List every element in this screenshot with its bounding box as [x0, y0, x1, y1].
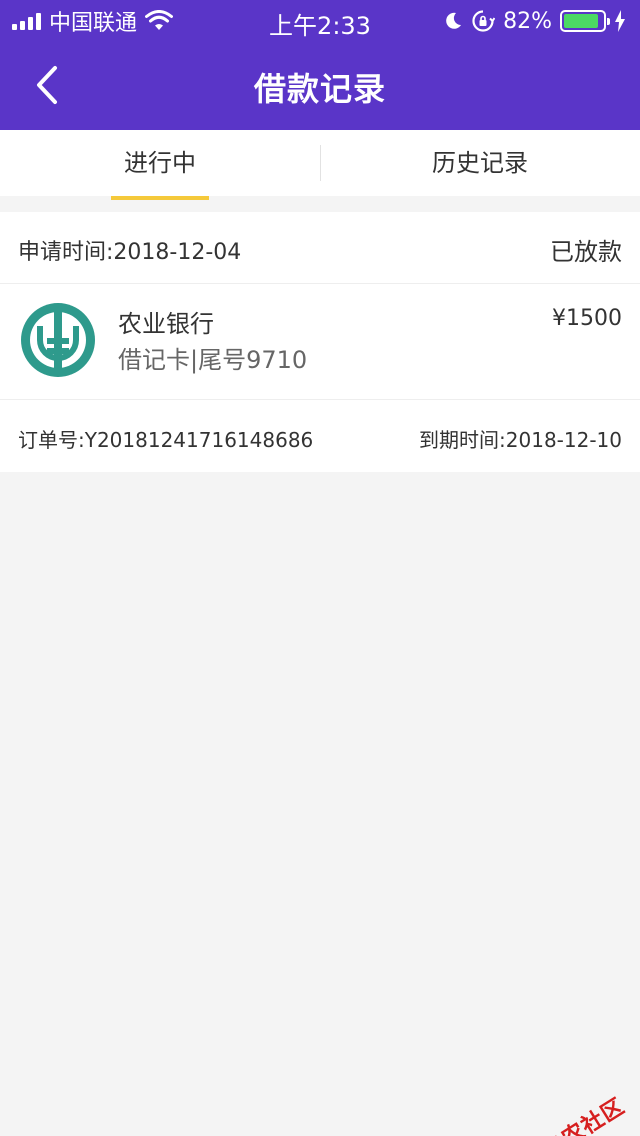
watermark-text: 卡农社区 — [538, 1093, 630, 1136]
battery-percent: 82% — [503, 8, 552, 34]
status-bar: 中国联通 上午2:33 82% — [0, 0, 640, 40]
page-title: 借款记录 — [253, 70, 386, 108]
bank-logo-icon — [21, 303, 95, 377]
loan-record-header: 申请时间:2018-12-04 已放款 — [0, 212, 640, 284]
loan-record-footer: 订单号:Y20181241716148686 到期时间:2018-12-10 — [0, 400, 640, 472]
tab-in-progress[interactable]: 进行中 — [0, 130, 320, 196]
rotation-lock-icon — [472, 10, 496, 32]
tab-divider — [320, 145, 321, 181]
header: 中国联通 上午2:33 82% 借款记录 — [0, 0, 640, 130]
status-right: 82% — [443, 6, 626, 36]
due-time: 到期时间:2018-12-10 — [419, 428, 622, 452]
watermark: 卡农社区 — [506, 1089, 630, 1136]
moon-icon — [446, 12, 462, 29]
battery-icon — [560, 10, 610, 32]
loan-record-body: 农业银行 借记卡|尾号9710 ¥1500 — [0, 284, 640, 400]
loan-status: 已放款 — [550, 238, 622, 266]
order-number: 订单号:Y20181241716148686 — [18, 428, 314, 452]
charging-bolt-icon — [615, 10, 625, 32]
loan-amount: ¥1500 — [552, 306, 622, 331]
page: 中国联通 上午2:33 82% 借款记录 进行中 历史记录 申请时间:2018-… — [0, 0, 640, 1136]
nav-bar: 借款记录 — [0, 40, 640, 130]
loan-record-card[interactable]: 申请时间:2018-12-04 已放款 农业银行 借记卡|尾号9710 ¥150… — [0, 212, 640, 472]
tab-history[interactable]: 历史记录 — [320, 130, 640, 196]
card-info: 借记卡|尾号9710 — [118, 346, 308, 374]
bank-name: 农业银行 — [118, 310, 214, 338]
apply-time: 申请时间:2018-12-04 — [18, 240, 242, 265]
active-tab-indicator — [111, 196, 209, 200]
